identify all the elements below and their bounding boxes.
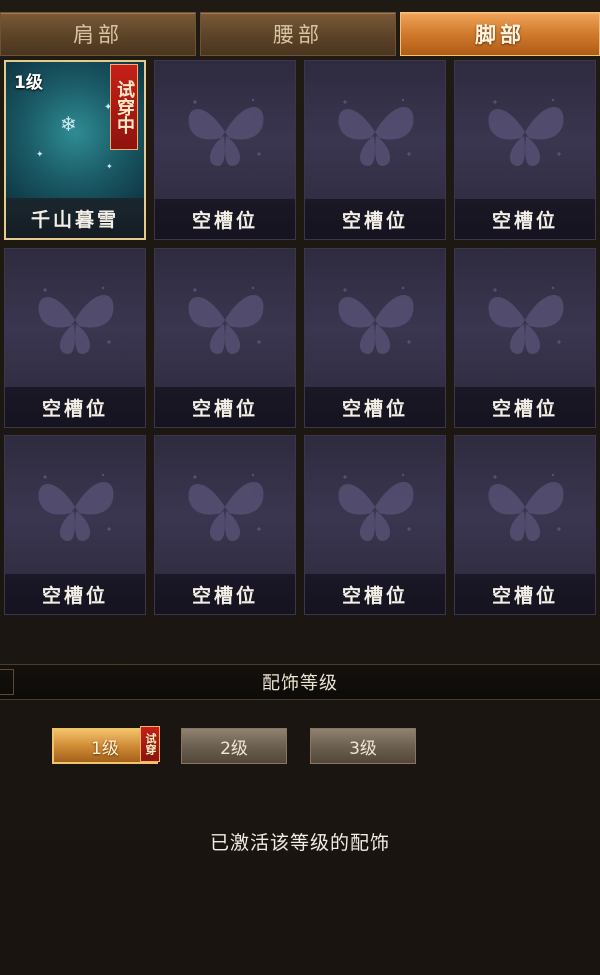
trial-badge: 试穿中 [110, 64, 138, 150]
status-text: 已激活该等级的配饰 [209, 832, 390, 854]
slot-label: 空槽位 [155, 574, 295, 614]
empty-slot[interactable]: 空槽位 [304, 248, 446, 428]
snowflake-icon: ❄ [60, 112, 77, 136]
slot-label: 空槽位 [5, 387, 145, 427]
butterfly-placeholder-icon [455, 249, 595, 387]
butterfly-placeholder-icon [305, 249, 445, 387]
slot-name: 千山暮雪 [6, 198, 144, 238]
slot-label: 空槽位 [5, 574, 145, 614]
empty-slot[interactable]: 空槽位 [454, 435, 596, 615]
level-button-2[interactable]: 2级 [181, 728, 287, 764]
empty-slot[interactable]: 空槽位 [304, 435, 446, 615]
slot-label: 空槽位 [155, 199, 295, 239]
empty-slot[interactable]: 空槽位 [154, 248, 296, 428]
empty-slot[interactable]: 空槽位 [454, 248, 596, 428]
butterfly-placeholder-icon [455, 436, 595, 574]
level-button-1[interactable]: 1级 试穿 [52, 726, 160, 764]
slot-label: 空槽位 [455, 574, 595, 614]
tab-feet[interactable]: 脚部 [400, 12, 600, 56]
empty-slot[interactable]: 空槽位 [4, 435, 146, 615]
slot-label: 空槽位 [305, 574, 445, 614]
slot-label: 空槽位 [155, 387, 295, 427]
butterfly-placeholder-icon [305, 436, 445, 574]
accessory-panel: 肩部 腰部 脚部 ❄ ✦ ✦ ✦ 1级 试穿中 千山暮雪 空槽位 空槽位 空槽位 [0, 0, 600, 975]
slot-label: 空槽位 [455, 387, 595, 427]
butterfly-placeholder-icon [155, 249, 295, 387]
level-label: 1级 [91, 738, 119, 759]
level-label: 3级 [349, 738, 377, 759]
butterfly-placeholder-icon [155, 61, 295, 199]
empty-slot[interactable]: 空槽位 [4, 248, 146, 428]
butterfly-placeholder-icon [455, 61, 595, 199]
butterfly-placeholder-icon [155, 436, 295, 574]
empty-slot[interactable]: 空槽位 [304, 60, 446, 240]
slot-label: 空槽位 [305, 387, 445, 427]
sparkle-icon: ✦ [106, 162, 113, 171]
empty-slot[interactable]: 空槽位 [154, 60, 296, 240]
accessory-slot-grid: ❄ ✦ ✦ ✦ 1级 试穿中 千山暮雪 空槽位 空槽位 空槽位 空槽位 空槽位 … [0, 58, 600, 618]
slot-level: 1级 [14, 73, 43, 93]
slot-label: 空槽位 [455, 199, 595, 239]
butterfly-placeholder-icon [5, 436, 145, 574]
sparkle-icon: ✦ [36, 150, 44, 160]
empty-slot[interactable]: 空槽位 [454, 60, 596, 240]
tab-bar: 肩部 腰部 脚部 [0, 12, 600, 58]
tab-shoulder[interactable]: 肩部 [0, 12, 196, 56]
butterfly-placeholder-icon [5, 249, 145, 387]
butterfly-placeholder-icon [305, 61, 445, 199]
section-header: 配饰等级 [0, 664, 600, 700]
trial-badge: 试穿 [140, 726, 160, 762]
slot-label: 空槽位 [305, 199, 445, 239]
level-label: 2级 [220, 738, 248, 759]
empty-slot[interactable]: 空槽位 [154, 435, 296, 615]
section-title: 配饰等级 [262, 673, 338, 694]
tab-waist[interactable]: 腰部 [200, 12, 396, 56]
level-button-3[interactable]: 3级 [310, 728, 416, 764]
accessory-slot-equipped[interactable]: ❄ ✦ ✦ ✦ 1级 试穿中 千山暮雪 [4, 60, 146, 240]
